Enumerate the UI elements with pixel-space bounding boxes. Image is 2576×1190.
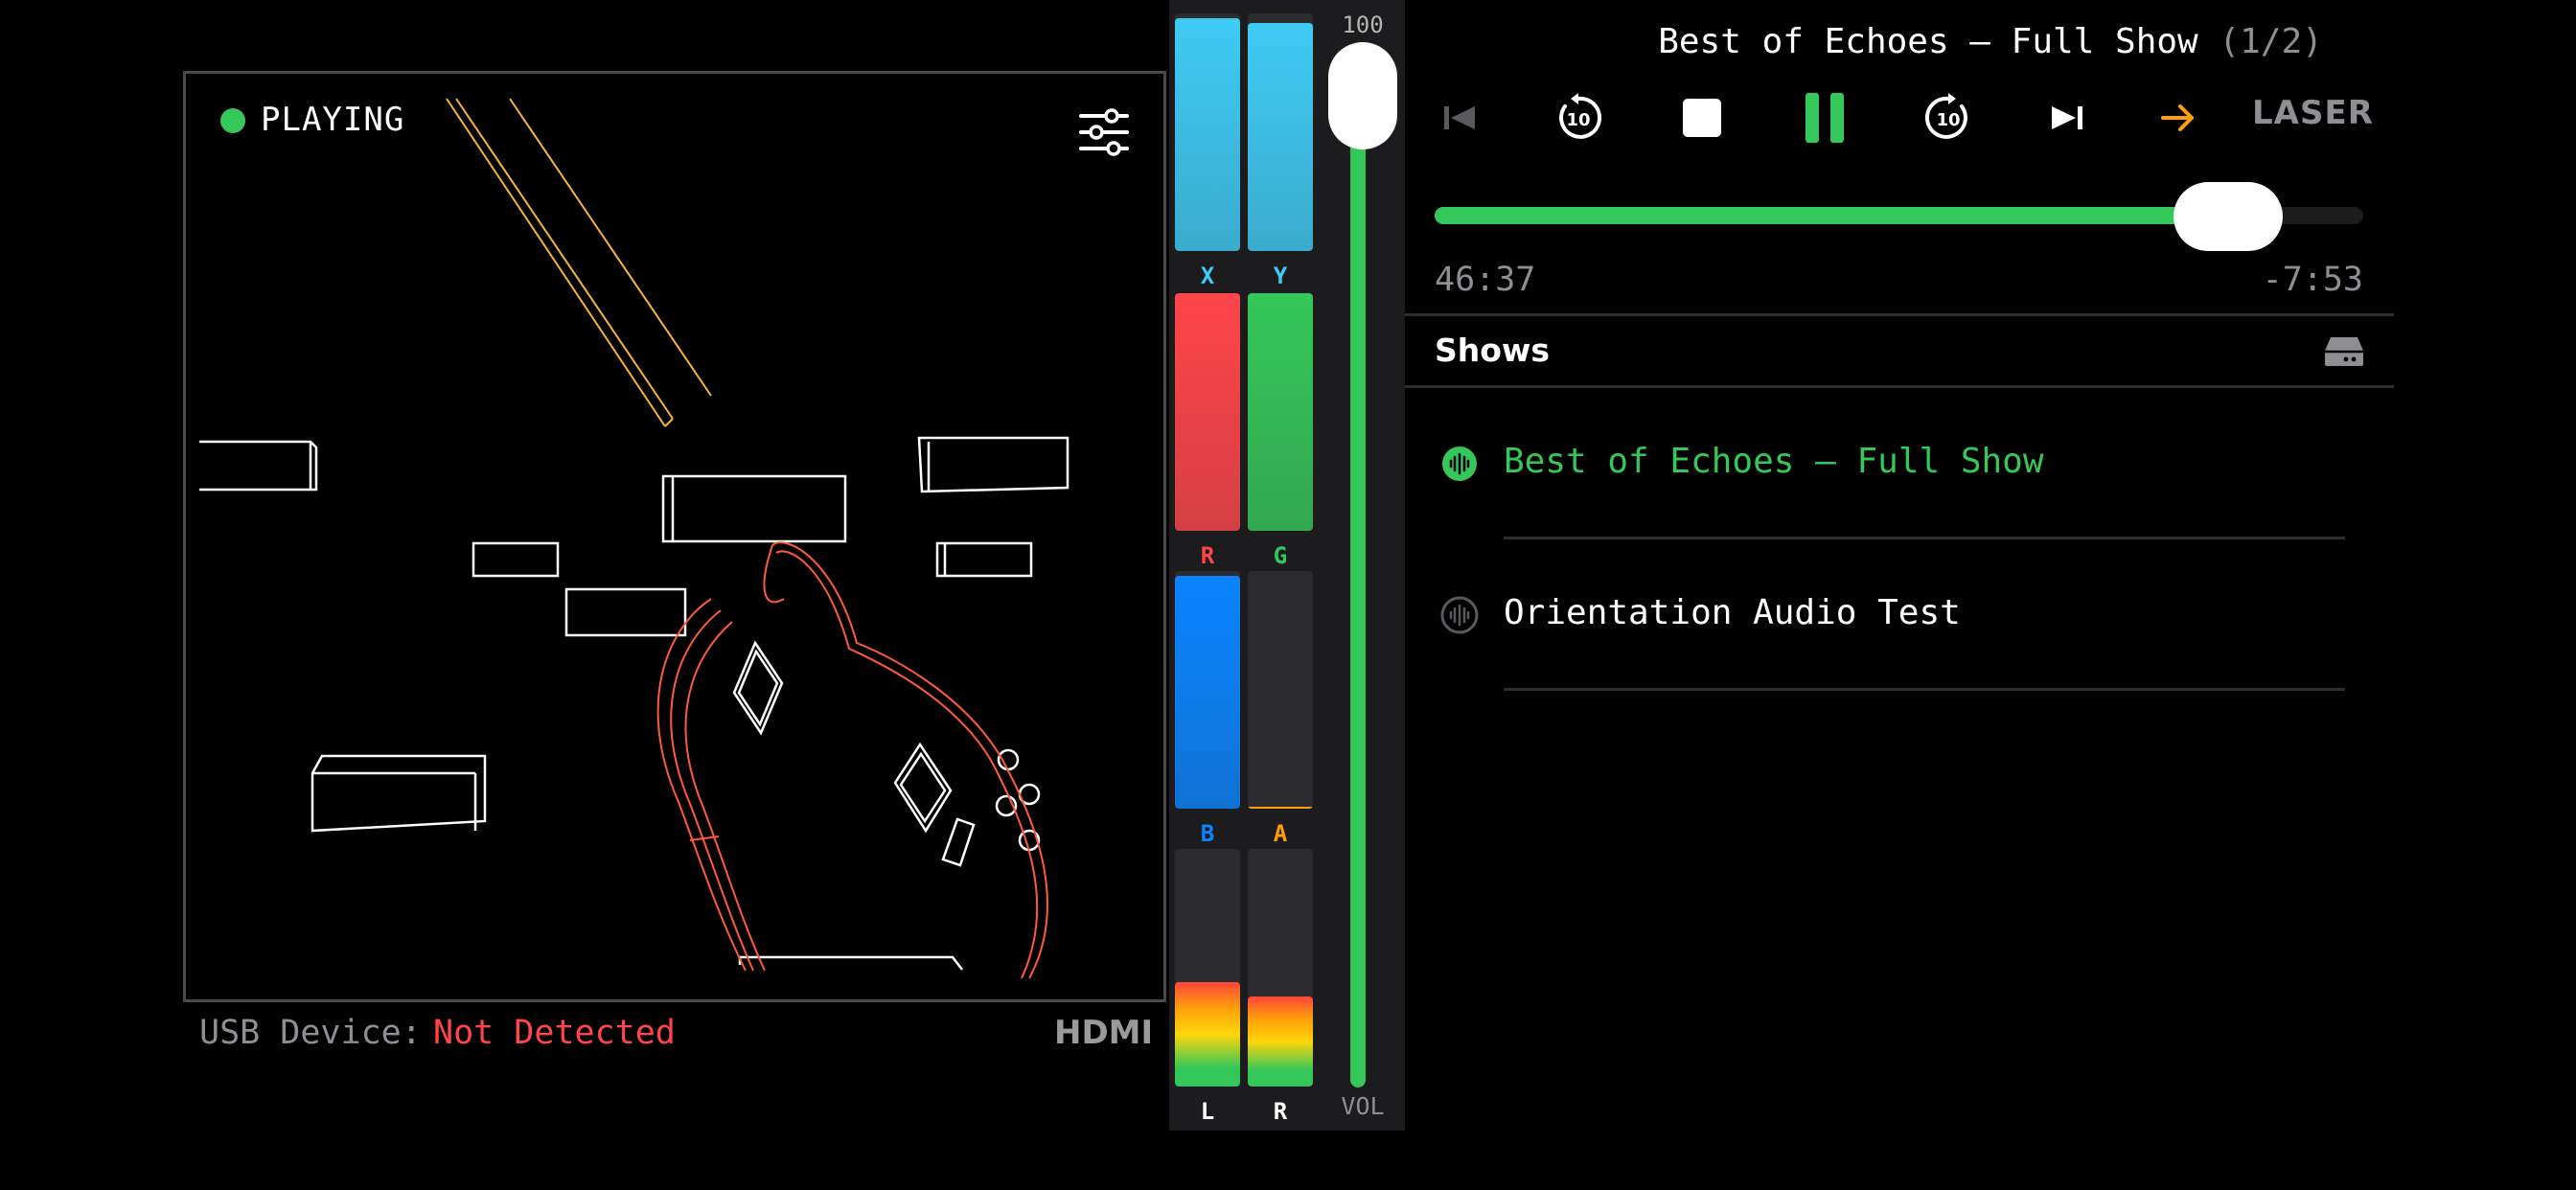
volume-slider-knob[interactable] [1328, 42, 1397, 149]
show-divider [1504, 688, 2345, 691]
skip-back-icon [1444, 106, 1475, 129]
meter-a-5 [1248, 571, 1313, 809]
meter-x-0 [1175, 13, 1240, 251]
show-item[interactable]: Best of Echoes – Full Show [1435, 435, 2355, 492]
meter-label: B [1200, 820, 1215, 847]
meter-label: L [1200, 1098, 1215, 1125]
forward-10-icon: 10 [1924, 93, 1967, 139]
playback-progress-slider[interactable] [1435, 182, 2363, 251]
show-divider [1504, 537, 2345, 539]
volume-value: 100 [1342, 11, 1384, 38]
meter-label: X [1200, 263, 1215, 289]
meter-label: G [1273, 542, 1288, 569]
show-item[interactable]: Orientation Audio Test [1435, 586, 2355, 644]
laser-preview: PLAYING [183, 71, 1166, 1002]
now-playing-show-name: Best of Echoes – Full Show [1658, 22, 2198, 61]
forward-10-button[interactable]: 10 [1915, 84, 1982, 151]
meter-fill [1248, 293, 1313, 531]
volume-slider-track[interactable] [1350, 57, 1366, 1087]
stop-icon [1683, 99, 1721, 137]
previous-track-button[interactable] [1426, 84, 1493, 151]
meter-y-1 [1248, 13, 1313, 251]
meter-empty-line [1248, 807, 1313, 809]
progress-knob[interactable] [2174, 182, 2283, 251]
playback-status: PLAYING [261, 101, 405, 139]
meter-label: A [1273, 820, 1288, 847]
arrow-right-icon [2161, 104, 2194, 131]
meter-fill [1175, 576, 1240, 809]
progress-fill [1435, 207, 2228, 224]
now-playing-position: (1/2) [2219, 22, 2323, 61]
skip-forward-icon [2052, 106, 2082, 129]
now-playing-title: Best of Echoes – Full Show (1/2) [1405, 21, 2576, 63]
meter-r-7 [1248, 849, 1313, 1087]
usb-device-label: USB Device: [199, 1014, 422, 1052]
meter-g-3 [1248, 293, 1313, 531]
meter-b-4 [1175, 571, 1240, 809]
rewind-10-icon: 10 [1559, 93, 1602, 139]
time-elapsed: 46:37 [1435, 261, 1536, 299]
usb-device-status: Not Detected [433, 1014, 676, 1052]
show-name: Orientation Audio Test [1504, 593, 1961, 632]
meter-label: Y [1273, 263, 1288, 289]
meter-r-2 [1175, 293, 1240, 531]
laser-mode-button[interactable]: LASER [2252, 94, 2374, 132]
next-show-arrow-button[interactable] [2145, 84, 2212, 151]
meter-fill [1175, 293, 1240, 531]
time-remaining: -7:53 [2262, 261, 2363, 299]
preview-scene-graphic [199, 98, 1070, 979]
svg-text:10: 10 [1566, 110, 1590, 130]
output-hdmi-label: HDMI [1054, 1014, 1154, 1052]
divider [1405, 313, 2394, 316]
stop-button[interactable] [1668, 84, 1736, 151]
meter-label: R [1273, 1098, 1288, 1125]
meter-fill [1175, 982, 1240, 1087]
meter-l-6 [1175, 849, 1240, 1087]
pause-icon [1806, 93, 1844, 143]
rewind-10-button[interactable]: 10 [1545, 84, 1612, 151]
volume-label: VOL [1341, 1092, 1385, 1120]
svg-text:10: 10 [1936, 110, 1960, 130]
next-track-button[interactable] [2034, 84, 2101, 151]
meter-fill [1248, 996, 1313, 1087]
audio-wave-icon [1440, 596, 1479, 638]
settings-sliders-icon[interactable] [1077, 108, 1131, 160]
shows-header: Shows [1435, 332, 1551, 369]
meter-panel: X Y R G B A L R 100 VOL [1169, 0, 1405, 1131]
meter-fill [1248, 23, 1313, 251]
meter-label: R [1200, 542, 1215, 569]
storage-drive-icon[interactable] [2323, 335, 2365, 372]
audio-wave-active-icon [1440, 445, 1479, 487]
divider [1405, 385, 2394, 388]
show-name: Best of Echoes – Full Show [1504, 442, 2044, 481]
playing-indicator-dot [220, 108, 245, 133]
meter-fill [1175, 18, 1240, 251]
pause-button[interactable] [1791, 84, 1858, 151]
